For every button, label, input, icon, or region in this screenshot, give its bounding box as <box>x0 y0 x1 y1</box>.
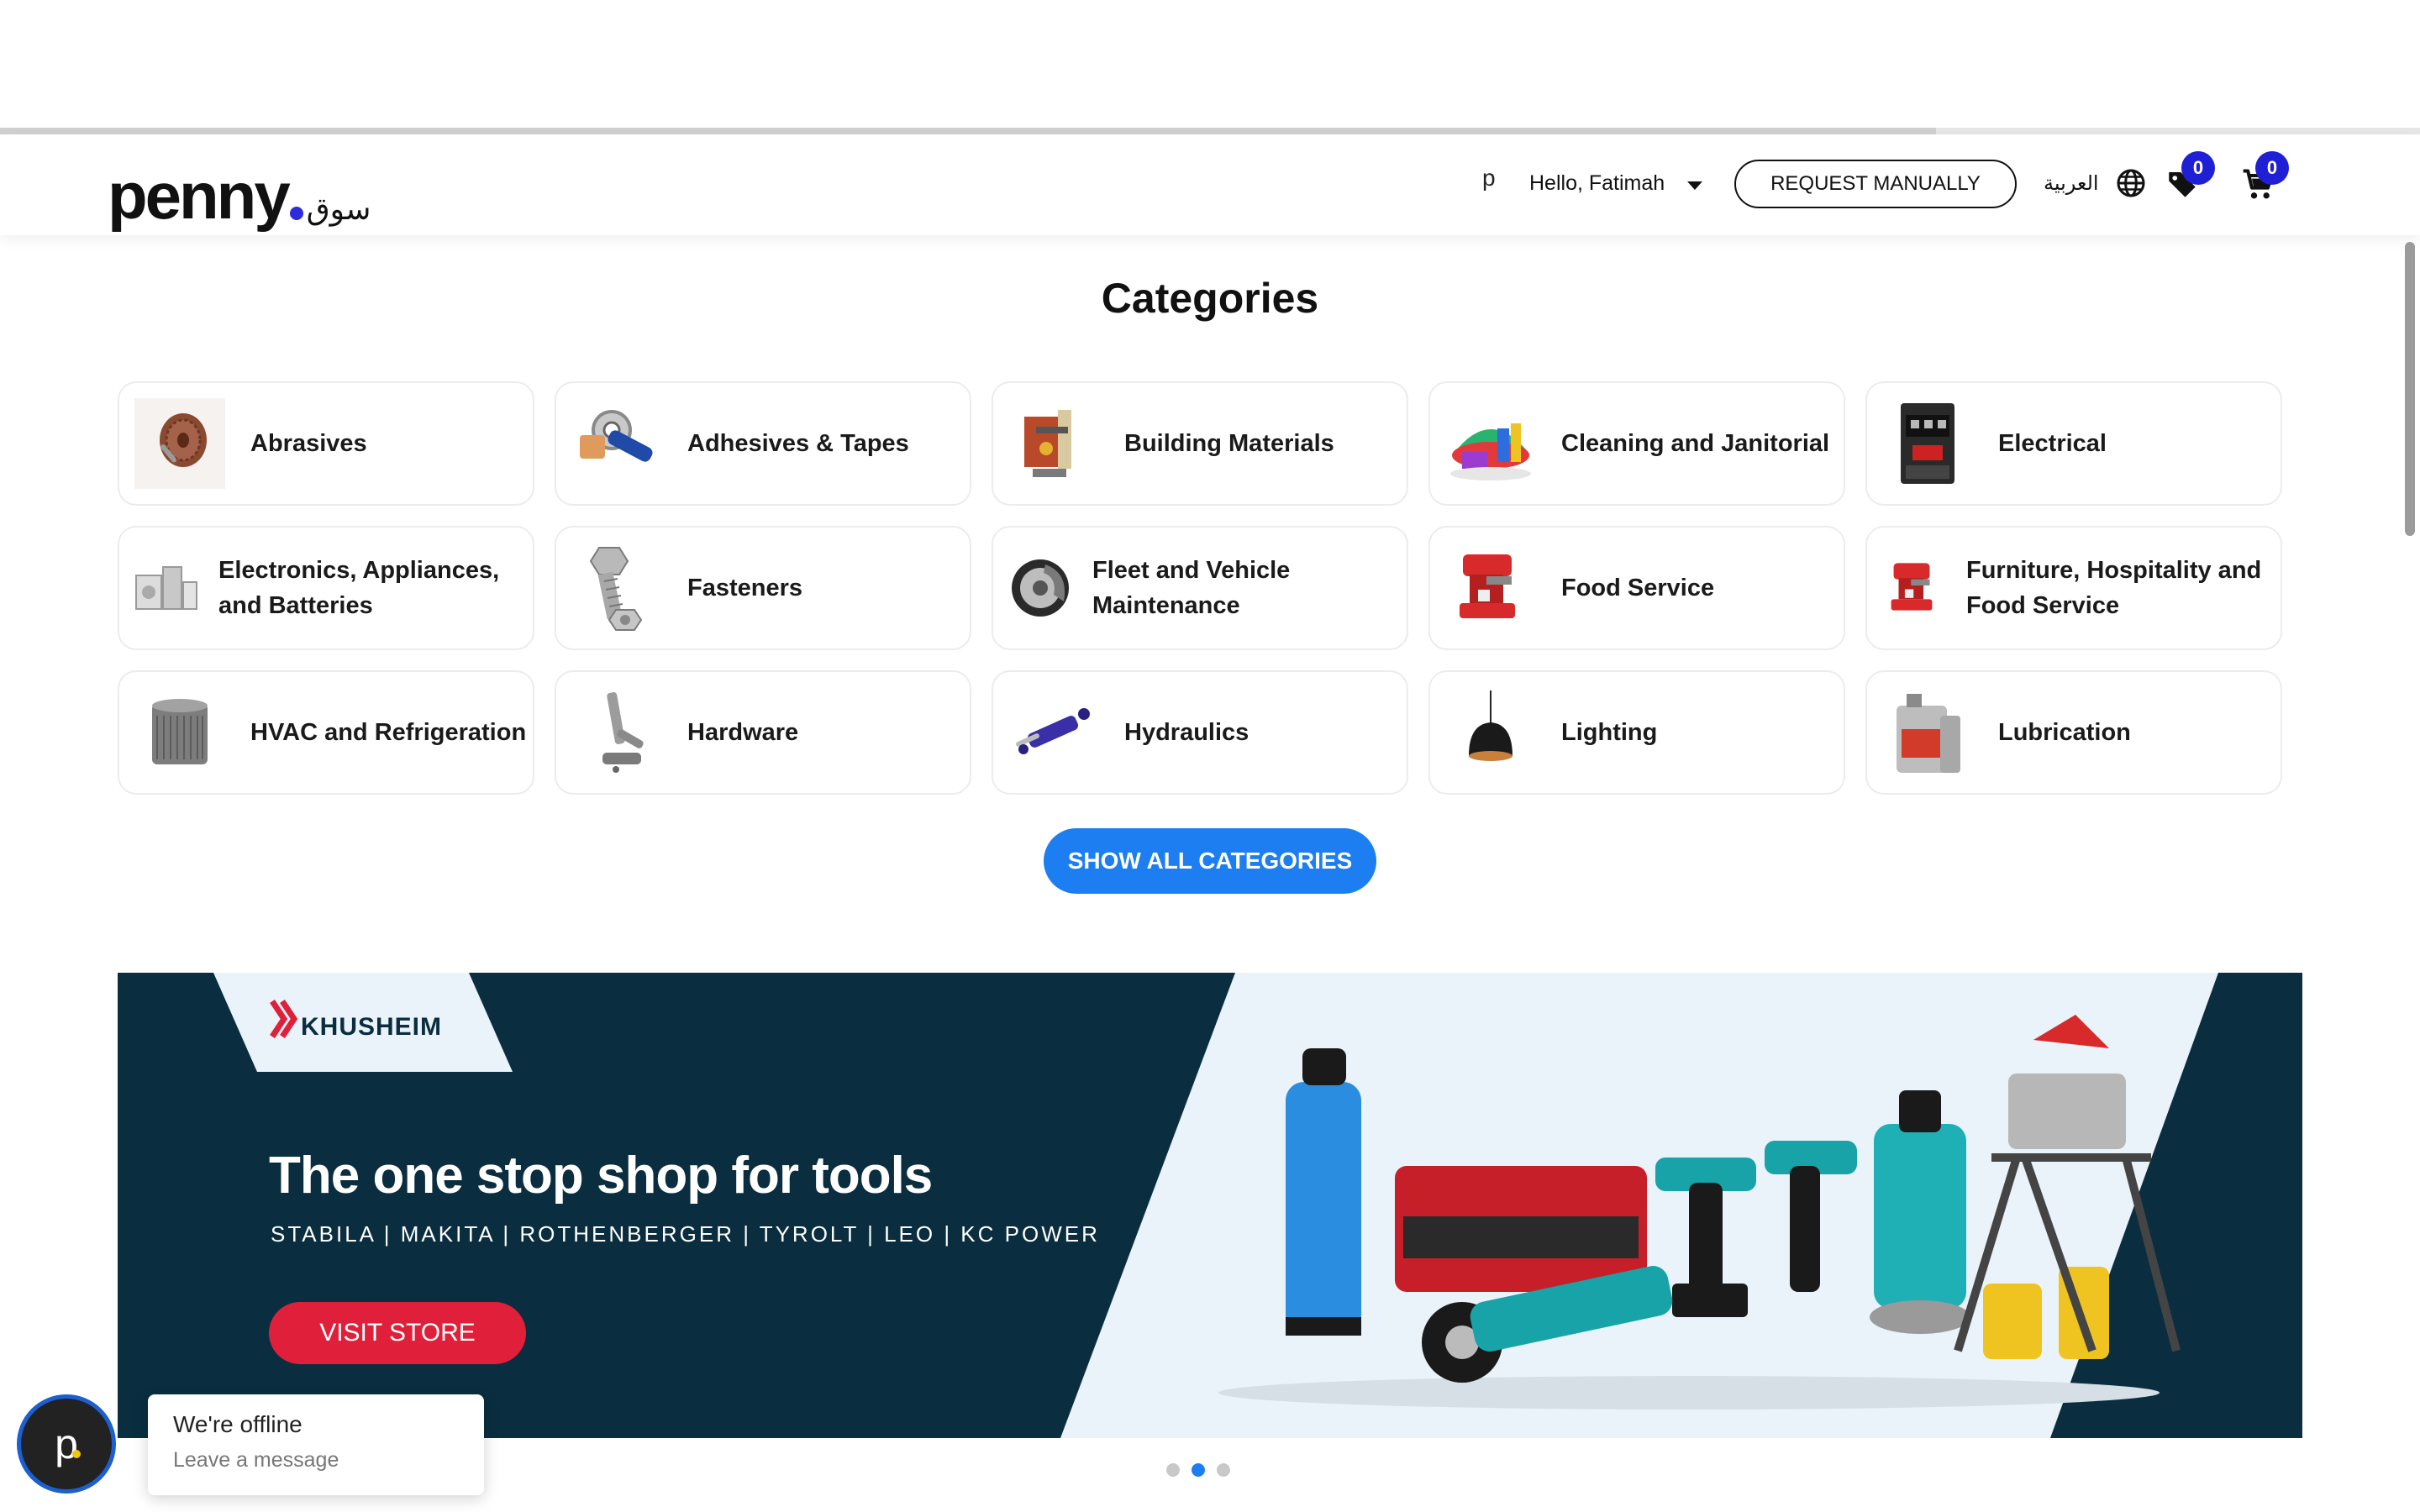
penny-logo[interactable]: penny سوق <box>108 144 371 228</box>
chat-launcher-button[interactable]: p <box>17 1394 116 1494</box>
category-label: Building Materials <box>1124 429 1334 457</box>
chat-status: We're offline <box>173 1411 302 1437</box>
category-label: Food Service <box>1561 574 1715 601</box>
tools-product-image <box>1218 1015 2181 1410</box>
building-materials-icon <box>1005 395 1102 492</box>
category-card-hvac-refrigeration[interactable]: HVAC and Refrigeration <box>118 670 534 795</box>
show-all-categories-button[interactable]: SHOW ALL CATEGORIES <box>1044 828 1376 894</box>
chat-offline-bubble[interactable]: We're offline Leave a message <box>148 1394 484 1495</box>
logo-arabic: سوق <box>306 192 371 227</box>
visit-store-button[interactable]: VISIT STORE <box>269 1302 526 1364</box>
category-card-fasteners[interactable]: Fasteners <box>555 526 971 650</box>
pendant-lamp-icon <box>1442 684 1539 781</box>
cart-count-badge: 0 <box>2255 151 2289 185</box>
khusheim-wordmark: KHUSHEIM <box>301 1013 443 1041</box>
oil-can-icon <box>1879 684 1976 781</box>
logo-dot <box>289 207 303 220</box>
category-card-adhesives-tapes[interactable]: Adhesives & Tapes <box>555 381 971 506</box>
category-label: Hydraulics <box>1124 718 1249 746</box>
banner-brands: STABILA | MAKITA | ROTHENBERGER | TYROLT… <box>271 1221 1100 1247</box>
banner-title: The one stop shop for tools <box>269 1147 933 1205</box>
category-card-fleet-vehicle-maintenance[interactable]: Fleet and Vehicle Maintenance <box>992 526 1408 650</box>
top-progress-strip <box>0 128 2420 134</box>
carousel-dot-1[interactable] <box>1166 1463 1180 1477</box>
espresso-machine-icon <box>1879 539 1949 637</box>
category-card-lubrication[interactable]: Lubrication <box>1865 670 2282 795</box>
appliances-icon <box>131 539 202 637</box>
category-card-abrasives[interactable]: Abrasives <box>118 381 534 506</box>
globe-icon[interactable] <box>2116 168 2146 198</box>
tape-dispenser-icon <box>568 395 666 492</box>
category-label: Furniture, Hospitality and Food Service <box>1966 556 2262 619</box>
bolt-nut-icon <box>568 539 666 637</box>
ac-unit-icon <box>131 684 229 781</box>
contactor-icon <box>1879 395 1976 492</box>
user-initial-avatar[interactable]: p <box>1482 165 1496 192</box>
carousel-dot-3[interactable] <box>1217 1463 1230 1477</box>
category-label: Hardware <box>687 718 799 746</box>
category-label: Abrasives <box>250 429 367 457</box>
category-card-hydraulics[interactable]: Hydraulics <box>992 670 1408 795</box>
category-card-hardware[interactable]: Hardware <box>555 670 971 795</box>
category-card-furniture-hospitality-food-service[interactable]: Furniture, Hospitality and Food Service <box>1865 526 2282 650</box>
request-manually-button[interactable]: REQUEST MANUALLY <box>1734 160 2017 208</box>
chat-avatar-dot <box>72 1450 81 1458</box>
carousel-dot-2[interactable] <box>1192 1463 1205 1477</box>
cleaning-supplies-icon <box>1442 395 1539 492</box>
category-card-building-materials[interactable]: Building Materials <box>992 381 1408 506</box>
category-card-electrical[interactable]: Electrical <box>1865 381 2282 506</box>
door-closer-icon <box>568 684 666 781</box>
category-label: Adhesives & Tapes <box>687 429 909 457</box>
category-card-cleaning-janitorial[interactable]: Cleaning and Janitorial <box>1428 381 1845 506</box>
carousel-dots <box>1166 1463 1230 1477</box>
category-card-electronics-appliances-batteries[interactable]: Electronics, Appliances, and Batteries <box>118 526 534 650</box>
site-header: penny سوق p Hello, Fatimah REQUEST MANUA… <box>0 134 2420 235</box>
category-label: Electronics, Appliances, and Batteries <box>218 556 500 619</box>
categories-heading: Categories <box>1101 275 1319 322</box>
category-label: Fleet and Vehicle Maintenance <box>1092 556 1291 619</box>
chevron-down-icon[interactable] <box>1687 181 1702 190</box>
category-label: Fasteners <box>687 574 803 601</box>
category-label: HVAC and Refrigeration <box>250 718 527 746</box>
chat-leave-message: Leave a message <box>173 1448 339 1472</box>
brake-disc-icon <box>1005 539 1076 637</box>
logo-wordmark: penny <box>108 159 291 233</box>
user-greeting[interactable]: Hello, Fatimah <box>1529 171 1665 196</box>
category-card-lighting[interactable]: Lighting <box>1428 670 1845 795</box>
flap-wheel-icon <box>131 395 229 492</box>
language-switch-link[interactable]: العربية <box>2044 171 2099 195</box>
category-label: Cleaning and Janitorial <box>1561 429 1830 457</box>
category-label: Electrical <box>1998 429 2107 457</box>
category-label: Lubrication <box>1998 718 2131 746</box>
promo-banner[interactable]: KHUSHEIM The one stop shop for tools STA… <box>118 973 2302 1438</box>
espresso-machine-icon <box>1442 539 1539 637</box>
wishlist-count-badge: 0 <box>2181 151 2215 185</box>
khusheim-mark-icon <box>270 1000 298 1038</box>
hydraulic-cylinder-icon <box>1005 684 1102 781</box>
top-progress-fill <box>0 128 1936 134</box>
category-label: Lighting <box>1561 718 1658 746</box>
category-card-food-service[interactable]: Food Service <box>1428 526 1845 650</box>
